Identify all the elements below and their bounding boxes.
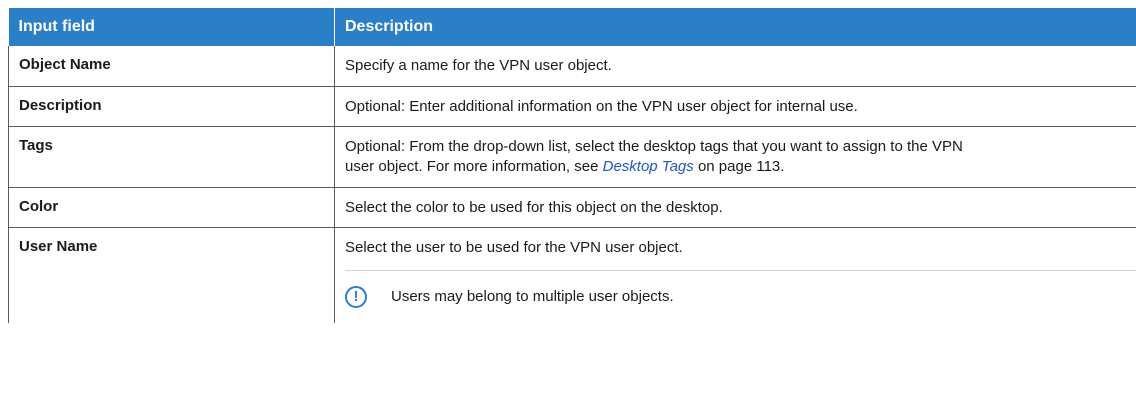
field-description: Select the color to be used for this obj…	[345, 198, 723, 216]
header-input-field: Input field	[8, 8, 335, 46]
header-description: Description	[334, 8, 1136, 46]
description-line-2-pre: user object. For more information, see	[345, 157, 603, 175]
field-description: Optional: Enter additional information o…	[345, 97, 858, 115]
table-row: Object Name Specify a name for the VPN u…	[8, 46, 1136, 87]
table-row: Description Optional: Enter additional i…	[8, 86, 1136, 127]
table-row: User Name Select the user to be used for…	[8, 227, 1136, 323]
note-text: Users may belong to multiple user object…	[391, 288, 674, 305]
field-name: Tags	[19, 136, 53, 154]
field-description: Select the user to be used for the VPN u…	[345, 238, 683, 256]
field-name: Object Name	[19, 56, 111, 73]
table-row: Tags Optional: From the drop-down list, …	[8, 126, 1136, 188]
field-description: Optional: From the drop-down list, selec…	[335, 127, 1136, 177]
description-line-1: Optional: From the drop-down list, selec…	[345, 137, 963, 155]
field-name: User Name	[19, 237, 98, 255]
input-field-table: Input field Description Object Name Spec…	[8, 8, 1136, 323]
note-box: ! Users may belong to multiple user obje…	[345, 269, 1136, 323]
table-header: Input field Description	[8, 8, 1136, 46]
field-name: Description	[19, 96, 102, 114]
description-line-2-post: on page 113.	[693, 157, 785, 175]
field-description: Specify a name for the VPN user object.	[345, 57, 612, 74]
field-name: Color	[19, 197, 59, 215]
table-row: Color Select the color to be used for th…	[8, 187, 1136, 228]
note-row: ! Users may belong to multiple user obje…	[345, 271, 1136, 323]
input-field-table-container: Input field Description Object Name Spec…	[8, 8, 1136, 323]
desktop-tags-link[interactable]: Desktop Tags	[603, 158, 694, 175]
exclamation-circle-icon: !	[345, 285, 367, 308]
